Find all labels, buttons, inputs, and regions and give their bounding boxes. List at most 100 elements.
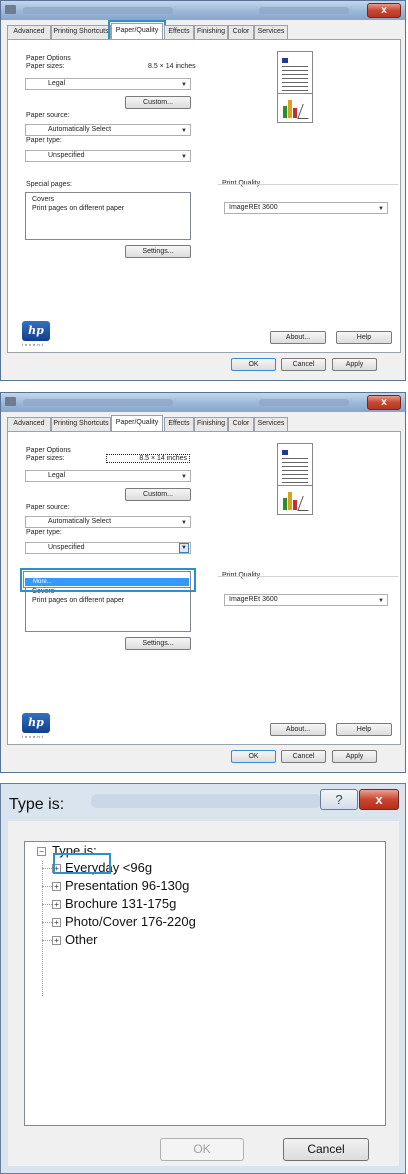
tab-printing-shortcuts[interactable]: Printing Shortcuts <box>51 417 111 431</box>
expand-icon[interactable]: + <box>52 918 61 927</box>
print-quality-select[interactable]: ImageREt 3600 ▼ <box>224 594 388 606</box>
dialog-frame: x Advanced Printing Shortcuts Paper/Qual… <box>0 0 406 381</box>
print-quality-group <box>218 184 398 185</box>
tab-paper-quality[interactable]: Paper/Quality <box>111 415 163 431</box>
preview-line <box>282 82 308 83</box>
close-button[interactable]: x <box>367 3 401 18</box>
paper-source-select[interactable]: Automatically Select ▼ <box>25 516 191 528</box>
preview-bar-icon <box>283 498 287 510</box>
paper-type-value: Unspecified <box>48 152 85 159</box>
tree-connector <box>42 904 52 905</box>
close-icon: x <box>381 5 387 16</box>
cancel-button[interactable]: Cancel <box>281 358 326 371</box>
apply-button[interactable]: Apply <box>332 358 377 371</box>
preview-line <box>282 462 308 463</box>
ok-button[interactable]: OK <box>231 358 276 371</box>
tree-connector <box>42 922 52 923</box>
cancel-button[interactable]: Cancel <box>283 1138 369 1161</box>
tab-effects[interactable]: Effects <box>164 25 194 39</box>
paper-source-select[interactable]: Automatically Select ▼ <box>25 124 191 136</box>
expand-icon[interactable]: + <box>52 882 61 891</box>
custom-button[interactable]: Custom... <box>125 96 191 109</box>
list-item[interactable]: Print pages on different paper <box>32 205 124 212</box>
printer-icon <box>5 5 16 14</box>
settings-button[interactable]: Settings... <box>125 245 191 258</box>
help-button[interactable]: Help <box>336 331 392 344</box>
chevron-down-icon: ▼ <box>181 520 187 526</box>
title-bar: x <box>1 393 405 412</box>
preview-line <box>282 70 308 71</box>
preview-line <box>282 90 308 91</box>
expand-icon[interactable]: + <box>52 936 61 945</box>
hp-logo: hp <box>22 321 50 341</box>
paper-type-tree[interactable]: − Type is: + Everyday <96g + Presentatio… <box>24 841 386 1126</box>
tree-item-presentation[interactable]: Presentation 96-130g <box>65 878 189 893</box>
print-quality-group <box>218 576 398 577</box>
apply-button[interactable]: Apply <box>332 750 377 763</box>
tab-color[interactable]: Color <box>228 417 254 431</box>
highlight-callout <box>20 568 196 592</box>
close-button[interactable]: x <box>367 395 401 410</box>
title-text-blurred <box>259 399 349 406</box>
preview-line <box>282 474 308 475</box>
tab-color[interactable]: Color <box>228 25 254 39</box>
tab-advanced[interactable]: Advanced <box>7 25 51 39</box>
title-bar: x <box>1 1 405 20</box>
expand-icon[interactable]: + <box>52 900 61 909</box>
paper-options-label: Paper Options <box>26 55 71 62</box>
paper-source-label: Paper source: <box>26 112 70 119</box>
cancel-button[interactable]: Cancel <box>281 750 326 763</box>
paper-type-select[interactable]: Unspecified ▼ <box>25 542 191 554</box>
paper-source-value: Automatically Select <box>48 126 112 133</box>
chevron-down-icon: ▼ <box>378 206 384 212</box>
preview-line <box>282 478 308 479</box>
chevron-down-icon: ▼ <box>378 598 384 604</box>
custom-button[interactable]: Custom... <box>125 488 191 501</box>
special-pages-list[interactable]: Covers Print pages on different paper <box>25 192 191 240</box>
preview-bar-icon <box>293 500 297 510</box>
printer-properties-dialog-1: x Advanced Printing Shortcuts Paper/Qual… <box>0 0 408 382</box>
paper-size-select[interactable]: Legal ▼ <box>25 470 191 482</box>
tree-item-other[interactable]: Other <box>65 932 98 947</box>
list-item[interactable]: Covers <box>32 196 54 203</box>
collapse-icon[interactable]: − <box>37 847 46 856</box>
tab-printing-shortcuts[interactable]: Printing Shortcuts <box>51 25 111 39</box>
highlight-callout <box>53 853 111 874</box>
ok-button[interactable]: OK <box>160 1138 244 1161</box>
tree-item-brochure[interactable]: Brochure 131-175g <box>65 896 176 911</box>
paper-sizes-label: Paper sizes: <box>26 455 65 462</box>
tab-services[interactable]: Services <box>254 25 288 39</box>
print-quality-select[interactable]: ImageREt 3600 ▼ <box>224 202 388 214</box>
tab-finishing[interactable]: Finishing <box>194 25 228 39</box>
paper-size-select[interactable]: Legal ▼ <box>25 78 191 90</box>
list-item[interactable]: Print pages on different paper <box>32 597 124 604</box>
help-button[interactable]: ? <box>320 789 358 810</box>
about-button[interactable]: About... <box>270 331 326 344</box>
preview-line <box>282 466 308 467</box>
tree-item-photo-cover[interactable]: Photo/Cover 176-220g <box>65 914 196 929</box>
print-quality-value: ImageREt 3600 <box>229 204 278 211</box>
tab-finishing[interactable]: Finishing <box>194 417 228 431</box>
preview-line <box>282 78 308 79</box>
close-icon: x <box>381 397 387 408</box>
about-button[interactable]: About... <box>270 723 326 736</box>
paper-quality-panel: Paper Options Paper sizes: 8.5 × 14 inch… <box>7 39 401 353</box>
paper-source-value: Automatically Select <box>48 518 112 525</box>
settings-button[interactable]: Settings... <box>125 637 191 650</box>
tab-advanced[interactable]: Advanced <box>7 417 51 431</box>
close-icon: x <box>375 792 383 807</box>
preview-line <box>282 66 308 67</box>
paper-size-value: Legal <box>48 472 66 479</box>
paper-preview-chart <box>277 485 314 515</box>
preview-bar-icon <box>293 108 297 118</box>
paper-type-select[interactable]: Unspecified ▼ <box>25 150 191 162</box>
tab-paper-quality[interactable]: Paper/Quality <box>108 20 166 42</box>
close-button[interactable]: x <box>359 789 399 810</box>
tab-effects[interactable]: Effects <box>164 417 194 431</box>
ok-button[interactable]: OK <box>231 750 276 763</box>
preview-letter-icon <box>282 58 288 63</box>
curl-icon <box>297 104 314 119</box>
tab-services[interactable]: Services <box>254 417 288 431</box>
paper-size-dimensions: 8.5 × 14 inches <box>148 63 196 70</box>
help-button[interactable]: Help <box>336 723 392 736</box>
